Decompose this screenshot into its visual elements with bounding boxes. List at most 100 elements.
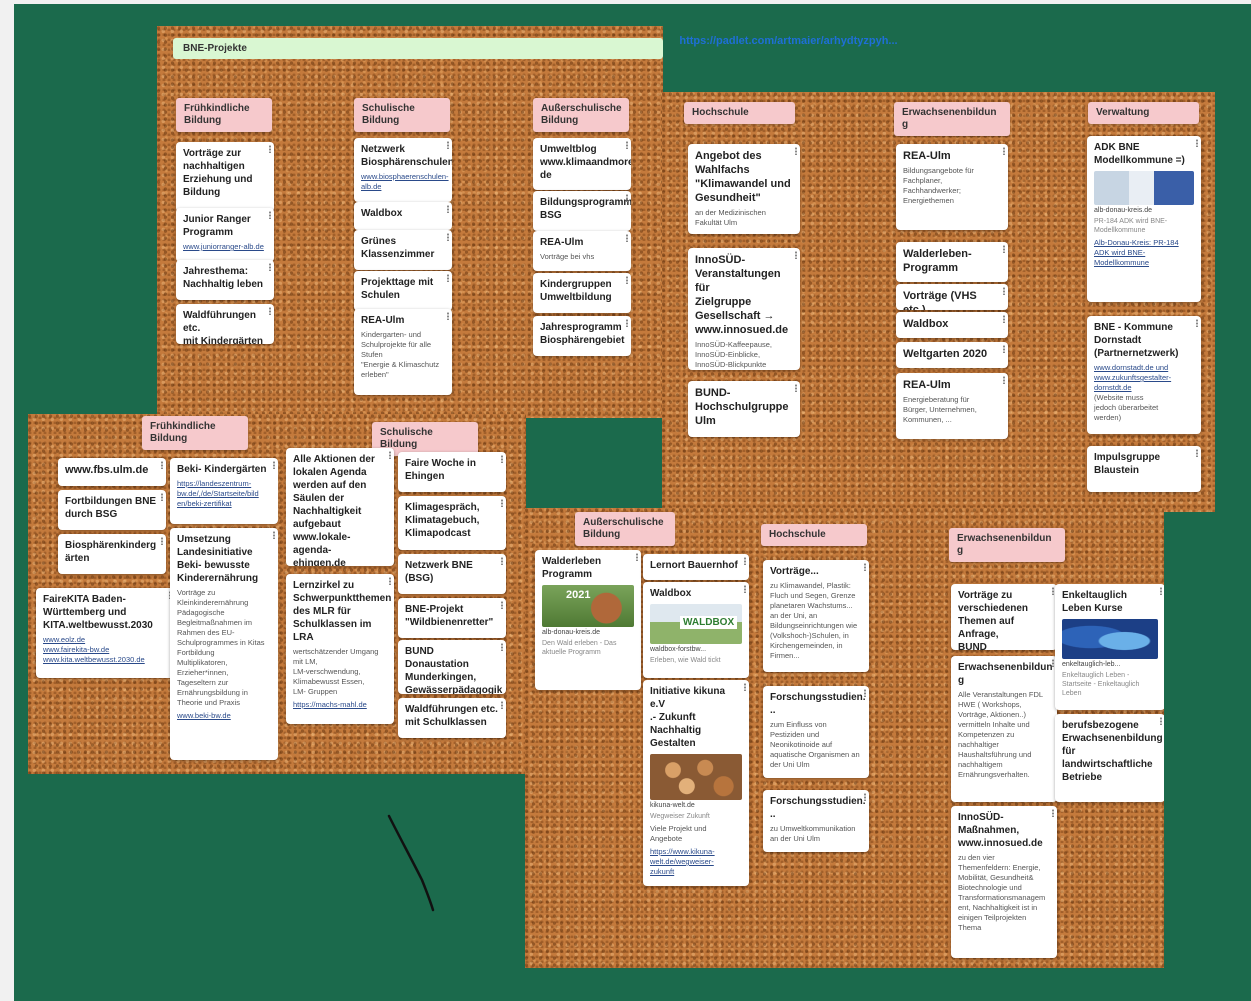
card-link[interactable]: www.dornstadt.de und www.zukunftsgestalt… <box>1094 363 1194 393</box>
more-icon[interactable] <box>1196 319 1198 327</box>
column-header-hochschule[interactable]: Hochschule <box>761 524 867 546</box>
more-icon[interactable] <box>795 384 797 392</box>
card[interactable]: Lernort Bauernhof <box>643 554 749 580</box>
more-icon[interactable] <box>1003 376 1005 384</box>
card[interactable]: Walderleben- Programm <box>896 242 1008 282</box>
more-icon[interactable] <box>1160 717 1162 725</box>
card[interactable]: Umsetzung Landesinitiative Beki- bewusst… <box>170 528 278 760</box>
photo-thumbnail[interactable] <box>650 754 742 800</box>
more-icon[interactable] <box>269 211 271 219</box>
more-icon[interactable] <box>1160 587 1162 595</box>
card[interactable]: Junior Ranger Programm www.juniorranger-a… <box>176 208 274 262</box>
card[interactable]: Waldbox <box>354 202 452 230</box>
card[interactable]: Netzwerk BNE (BSG) <box>398 554 506 594</box>
card-link[interactable]: www.beki-bw.de <box>177 711 271 721</box>
card[interactable]: Bildungsprogramm BSG <box>533 191 631 231</box>
card[interactable]: Kindergruppen Umweltbildung <box>533 273 631 313</box>
more-icon[interactable] <box>626 319 628 327</box>
more-icon[interactable] <box>501 557 503 565</box>
more-icon[interactable] <box>744 557 746 565</box>
card[interactable]: Beki- Kindergärten https://landeszentrum-… <box>170 458 278 524</box>
more-icon[interactable] <box>1003 345 1005 353</box>
more-icon[interactable] <box>389 451 391 459</box>
card[interactable]: REA-Ulm Kindergarten- und Schulprojekte f… <box>354 309 452 395</box>
card[interactable]: BUND- Hochschulgruppe Ulm <box>688 381 800 437</box>
card[interactable]: InnoSÜD- Veranstaltungen für Zielgruppe … <box>688 248 800 370</box>
card[interactable]: ADK BNE Modellkommune =) alb-donau-kreis… <box>1087 136 1201 302</box>
card[interactable]: Biosphärenkinderg ärten <box>58 534 166 574</box>
more-icon[interactable] <box>744 683 746 691</box>
card[interactable]: Vorträge zu verschiedenen Themen auf Anf… <box>951 584 1057 650</box>
card[interactable]: Jahresthema: Nachhaltig leben <box>176 260 274 300</box>
more-icon[interactable] <box>1003 315 1005 323</box>
more-icon[interactable] <box>161 537 163 545</box>
more-icon[interactable] <box>626 234 628 242</box>
card[interactable]: berufsbezogene Erwachsenenbildung für la… <box>1055 714 1164 802</box>
card[interactable]: Klimagespräch, Klimatagebuch, Klimapodca… <box>398 496 506 550</box>
card-link[interactable]: Alb-Donau-Kreis: PR-184 ADK wird BNE- Mo… <box>1094 238 1194 268</box>
card-link[interactable]: https://machs-mahl.de <box>293 700 387 710</box>
more-icon[interactable] <box>1003 147 1005 155</box>
photo-thumbnail[interactable] <box>1094 171 1194 205</box>
card[interactable]: Enkeltauglich Leben Kurse enkeltauglich-… <box>1055 584 1164 710</box>
more-icon[interactable] <box>1052 809 1054 817</box>
more-icon[interactable] <box>1196 139 1198 147</box>
card[interactable]: BUND Donaustation Munderkingen, Gewässer… <box>398 640 506 694</box>
more-icon[interactable] <box>161 461 163 469</box>
card-link[interactable]: https://www.kikuna- welt.de/wegweiser- z… <box>650 847 742 877</box>
card[interactable]: Vorträge (VHS etc.) <box>896 284 1008 310</box>
card-link[interactable]: www.biosphaerenschulen- alb.de <box>361 172 449 192</box>
card[interactable]: REA-Ulm Energieberatung für Bürger, Unter… <box>896 373 1008 439</box>
more-icon[interactable] <box>864 793 866 801</box>
more-icon[interactable] <box>389 577 391 585</box>
column-header-schulisch[interactable]: Schulische Bildung <box>354 98 450 132</box>
card[interactable]: Erwachsenenbildun g Alle Veranstaltungen … <box>951 656 1057 802</box>
card[interactable]: Weltgarten 2020 <box>896 342 1008 368</box>
card[interactable]: Vorträge zur nachhaltigen Erziehung und … <box>176 142 274 212</box>
more-icon[interactable] <box>626 141 628 149</box>
more-icon[interactable] <box>1052 659 1054 667</box>
column-header-ausserschulisch[interactable]: Außerschulische Bildung <box>575 512 675 546</box>
card-link[interactable]: www.eolz.de www.fairekita-bw.de www.kita… <box>43 635 167 665</box>
card[interactable]: Vorträge... zu Klimawandel, Plastik: Fluc… <box>763 560 869 672</box>
more-icon[interactable] <box>501 455 503 463</box>
more-icon[interactable] <box>269 307 271 315</box>
card[interactable]: Waldführungen etc. mit Kindergärten <box>176 304 274 344</box>
column-header-verwaltung[interactable]: Verwaltung <box>1088 102 1199 124</box>
card[interactable]: Projekttage mit Schulen <box>354 271 452 311</box>
more-icon[interactable] <box>273 531 275 539</box>
card[interactable]: Grünes Klassenzimmer <box>354 230 452 270</box>
more-icon[interactable] <box>1196 449 1198 457</box>
globe-thumbnail[interactable] <box>1062 619 1158 659</box>
card[interactable]: Angebot des Wahlfachs "Klimawandel und G… <box>688 144 800 234</box>
card[interactable]: BNE-Projekt "Wildbienenretter" <box>398 598 506 638</box>
card[interactable]: Initiative kikuna e.V .- Zukunft Nachhal… <box>643 680 749 886</box>
more-icon[interactable] <box>501 701 503 709</box>
column-header-fruehkindlich[interactable]: Frühkindliche Bildung <box>142 416 248 450</box>
photo-thumbnail[interactable]: 2021 <box>542 585 634 627</box>
more-icon[interactable] <box>1052 587 1054 595</box>
card[interactable]: Jahresprogramm Biosphärengebiet <box>533 316 631 356</box>
more-icon[interactable] <box>447 141 449 149</box>
column-header-hochschule[interactable]: Hochschule <box>684 102 795 124</box>
more-icon[interactable] <box>626 194 628 202</box>
card[interactable]: BNE - Kommune Dornstadt (Partnernetzwerk… <box>1087 316 1201 434</box>
more-icon[interactable] <box>447 205 449 213</box>
photo-thumbnail[interactable]: WALDBOX <box>650 604 742 644</box>
more-icon[interactable] <box>864 563 866 571</box>
card[interactable]: Forschungsstudien. .. zum Einfluss von Pe… <box>763 686 869 778</box>
card[interactable]: Fortbildungen BNE durch BSG <box>58 490 166 530</box>
more-icon[interactable] <box>1003 245 1005 253</box>
column-header-erwachsenenbildung[interactable]: Erwachsenenbildun g <box>949 528 1065 562</box>
card-link[interactable]: https://landeszentrum- bw.de/,/de/Starts… <box>177 479 271 509</box>
more-icon[interactable] <box>447 274 449 282</box>
padlet-link[interactable]: https://padlet.com/artmaier/arhydtyzpyh.… <box>676 34 901 49</box>
more-icon[interactable] <box>269 263 271 271</box>
card[interactable]: Impulsgruppe Blaustein <box>1087 446 1201 492</box>
column-header-erwachsenenbildung[interactable]: Erwachsenenbildun g <box>894 102 1010 136</box>
more-icon[interactable] <box>501 499 503 507</box>
card[interactable]: Netzwerk Biosphärenschulen, www.biosphaer… <box>354 138 452 202</box>
card[interactable]: Waldbox WALDBOX waldbox-forstbw... Erleb… <box>643 582 749 678</box>
card[interactable]: REA-Ulm Vorträge bei vhs <box>533 231 631 271</box>
more-icon[interactable] <box>447 312 449 320</box>
